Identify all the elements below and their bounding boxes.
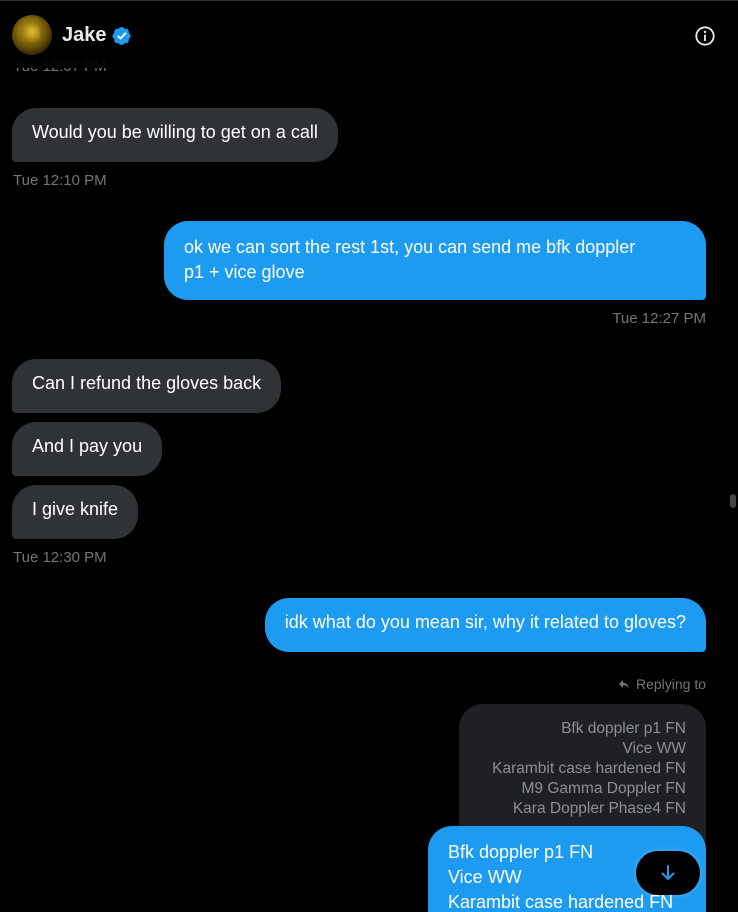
outgoing-message[interactable]: ok we can sort the rest 1st, you can sen… <box>164 221 706 300</box>
timestamp: Tue 12:10 PM <box>13 172 107 189</box>
outgoing-message[interactable]: idk what do you mean sir, why it related… <box>264 598 706 652</box>
quoted-line: Kara Doppler Phase4 FN <box>512 800 686 817</box>
incoming-message[interactable]: I give knife <box>12 485 139 539</box>
timestamp: Tue 12:27 PM <box>612 310 706 327</box>
incoming-message[interactable]: And I pay you <box>12 422 163 476</box>
contact-name[interactable]: Jake <box>62 24 107 47</box>
scrollbar-thumb[interactable] <box>730 494 736 508</box>
quoted-line: M9 Gamma Doppler FN <box>521 780 686 797</box>
arrow-down-icon <box>661 865 675 880</box>
avatar[interactable] <box>12 15 52 55</box>
quoted-line: Bfk doppler p1 FN <box>561 720 686 737</box>
quoted-line: Vice WW <box>622 740 686 757</box>
message-line: ok we can sort the rest 1st, you can sen… <box>184 237 636 257</box>
reply-arrow-icon <box>618 680 629 689</box>
verified-badge-icon <box>112 27 131 45</box>
dm-conversation: Jake Tue 12:07 PM Would you be willing t… <box>0 0 738 912</box>
incoming-message[interactable]: Would you be willing to get on a call <box>12 108 338 162</box>
timestamp: Tue 12:30 PM <box>13 549 107 566</box>
message-line: p1 + vice glove <box>184 262 305 282</box>
conversation-header: Jake <box>0 0 738 68</box>
replying-to-text: Replying to <box>635 676 706 692</box>
scroll-to-bottom-button[interactable] <box>636 851 700 895</box>
scrollbar[interactable] <box>726 68 738 912</box>
replying-to-label: Replying to <box>618 676 706 692</box>
quoted-line: Karambit case hardened FN <box>492 760 686 777</box>
info-circle-icon[interactable] <box>694 25 716 47</box>
incoming-message[interactable]: Can I refund the gloves back <box>12 359 282 413</box>
